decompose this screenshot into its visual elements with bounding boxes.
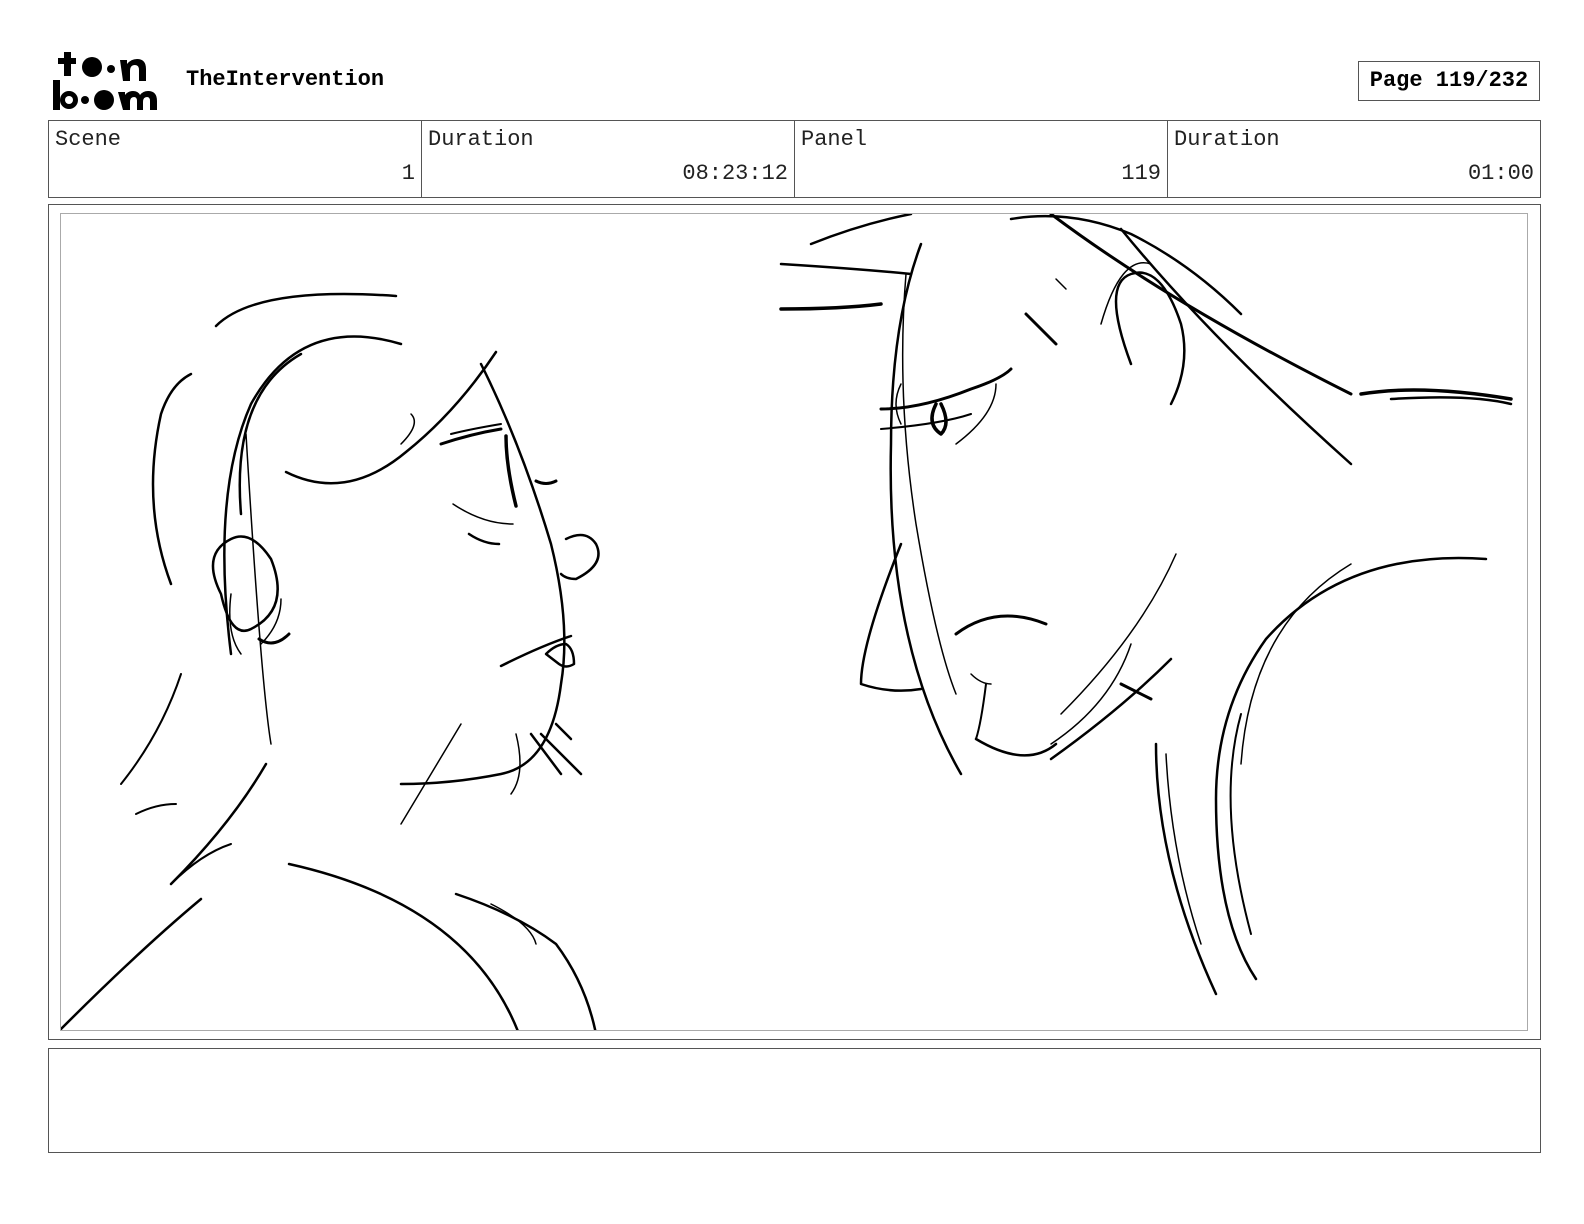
scene-value: 1 xyxy=(401,161,415,186)
panel-duration-cell: Duration 01:00 xyxy=(1168,121,1540,197)
storyboard-panel xyxy=(48,204,1541,1040)
storyboard-sketch-icon xyxy=(61,214,1513,1030)
panel-image-area xyxy=(60,213,1528,1031)
left-character-sketch xyxy=(61,292,600,1030)
panel-notes xyxy=(48,1048,1541,1153)
scene-label: Scene xyxy=(55,127,122,152)
scene-info-table: Scene 1 Duration 08:23:12 Panel 119 Dura… xyxy=(48,120,1541,198)
panel-duration-value: 01:00 xyxy=(1467,161,1534,186)
scene-cell: Scene 1 xyxy=(49,121,422,197)
scene-duration-cell: Duration 08:23:12 xyxy=(422,121,795,197)
panel-label: Panel xyxy=(801,127,868,152)
project-title: TheIntervention xyxy=(186,67,385,92)
scene-duration-value: 08:23:12 xyxy=(682,161,788,186)
scene-duration-label: Duration xyxy=(428,127,534,152)
right-character-sketch xyxy=(779,214,1513,996)
logo-letters xyxy=(53,52,157,110)
panel-cell: Panel 119 xyxy=(795,121,1168,197)
panel-duration-label: Duration xyxy=(1174,127,1280,152)
page-indicator: Page 119/232 xyxy=(1358,61,1540,101)
toonboom-logo xyxy=(50,50,166,112)
panel-value: 119 xyxy=(1121,161,1161,186)
